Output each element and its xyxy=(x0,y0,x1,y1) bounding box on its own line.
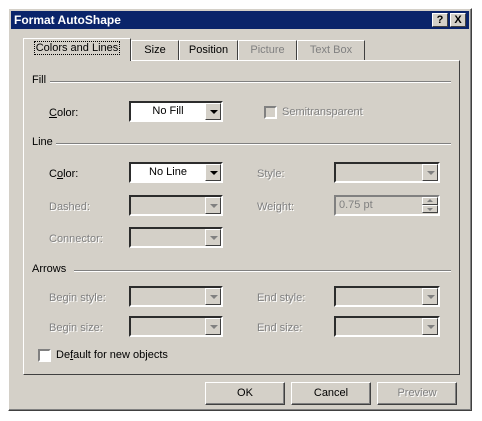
tab-colors-and-lines[interactable]: Colors and Lines xyxy=(23,38,131,61)
default-for-new-objects-checkbox[interactable] xyxy=(38,349,51,362)
fill-section-label: Fill xyxy=(32,74,47,86)
begin-size-label: Begin size: xyxy=(49,322,103,334)
tab-size[interactable]: Size xyxy=(131,40,179,60)
colors-and-lines-panel: Fill Color: No Fill Semitransparent Line… xyxy=(23,60,460,375)
spin-up-icon[interactable] xyxy=(422,197,438,205)
line-color-label: Color: xyxy=(49,168,79,180)
line-style-dropdown[interactable] xyxy=(334,162,440,183)
spin-down-icon[interactable] xyxy=(422,205,438,213)
end-size-label: End size: xyxy=(257,322,303,334)
arrows-divider xyxy=(74,270,451,272)
chevron-down-icon[interactable] xyxy=(205,318,221,335)
line-color-dropdown[interactable]: No Line xyxy=(129,162,223,183)
semitransparent-checkbox[interactable] xyxy=(264,106,277,119)
chevron-down-icon[interactable] xyxy=(205,229,221,246)
arrows-section-label: Arrows xyxy=(32,263,67,275)
weight-label: Weight: xyxy=(257,201,295,213)
fill-color-value: No Fill xyxy=(152,105,184,117)
chevron-down-icon[interactable] xyxy=(205,197,221,214)
line-color-value: No Line xyxy=(149,166,187,178)
fill-color-label: Color: xyxy=(49,107,79,119)
line-divider xyxy=(56,143,451,145)
dashed-label: Dashed: xyxy=(49,201,90,213)
ok-button[interactable]: OK xyxy=(205,382,285,405)
preview-button[interactable]: Preview xyxy=(377,382,457,405)
line-style-label: Style: xyxy=(257,168,285,180)
begin-style-label: Begin style: xyxy=(49,292,106,304)
chevron-down-icon[interactable] xyxy=(205,288,221,305)
chevron-down-icon[interactable] xyxy=(205,103,221,120)
default-for-new-objects-label[interactable]: Default for new objects xyxy=(56,348,168,362)
end-size-dropdown[interactable] xyxy=(334,316,440,337)
line-section-label: Line xyxy=(32,136,53,148)
chevron-down-icon[interactable] xyxy=(422,288,438,305)
dialog-title: Format AutoShape xyxy=(14,13,121,27)
tab-text-box[interactable]: Text Box xyxy=(297,40,365,60)
weight-spinner[interactable]: 0.75 pt xyxy=(334,195,440,216)
close-button[interactable]: X xyxy=(450,13,466,27)
begin-style-dropdown[interactable] xyxy=(129,286,223,307)
tab-picture[interactable]: Picture xyxy=(238,40,297,60)
chevron-down-icon[interactable] xyxy=(422,318,438,335)
weight-value: 0.75 pt xyxy=(339,199,373,211)
fill-divider xyxy=(50,81,451,83)
begin-size-dropdown[interactable] xyxy=(129,316,223,337)
cancel-button[interactable]: Cancel xyxy=(291,382,371,405)
dashed-dropdown[interactable] xyxy=(129,195,223,216)
help-button[interactable]: ? xyxy=(432,13,448,27)
fill-color-dropdown[interactable]: No Fill xyxy=(129,101,223,122)
connector-dropdown[interactable] xyxy=(129,227,223,248)
semitransparent-label: Semitransparent xyxy=(282,106,363,118)
chevron-down-icon[interactable] xyxy=(205,164,221,181)
tab-position[interactable]: Position xyxy=(179,40,238,60)
end-style-dropdown[interactable] xyxy=(334,286,440,307)
end-style-label: End style: xyxy=(257,292,306,304)
title-bar[interactable]: Format AutoShape ? X xyxy=(11,11,469,29)
chevron-down-icon[interactable] xyxy=(422,164,438,181)
connector-label: Connector: xyxy=(49,233,103,245)
